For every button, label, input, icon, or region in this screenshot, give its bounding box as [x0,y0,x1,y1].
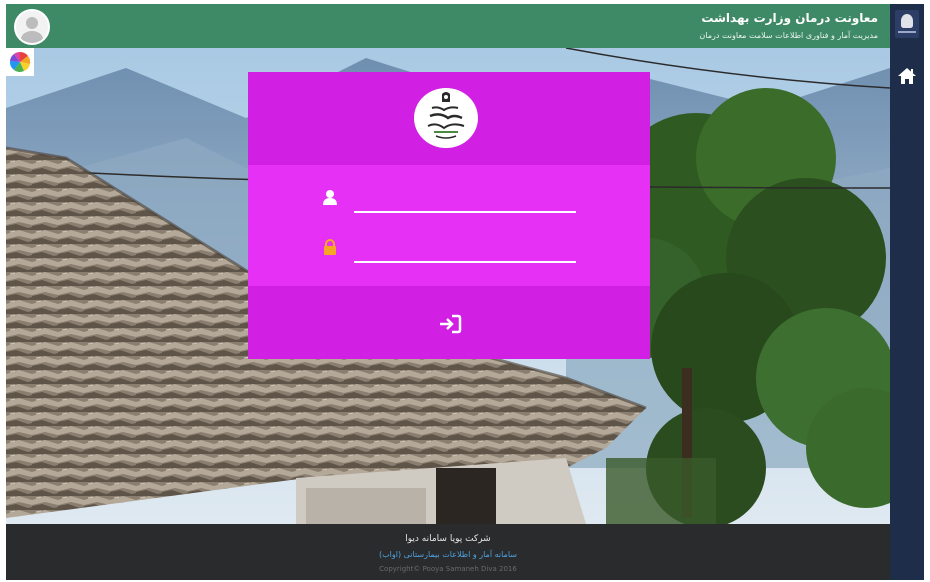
home-icon[interactable] [897,66,917,86]
ministry-emblem-icon [418,90,474,146]
lock-icon [324,239,336,255]
footer-company: شرکت پویا سامانه دیوا [405,534,491,544]
logo-underline [898,31,916,33]
page-footer: شرکت پویا سامانه دیوا سامانه آمار و اطلا… [6,524,890,580]
login-card-form [248,165,650,286]
footer-copyright: Copyright© Pooya Samaneh Diva 2016 [379,565,517,573]
login-button[interactable] [428,310,470,338]
avatar-head [26,17,38,29]
user-avatar-icon[interactable] [14,9,50,45]
username-input[interactable] [354,191,576,213]
ministry-logo-icon[interactable] [895,10,919,38]
header-titles: معاونت درمان وزارت بهداشت مدیریت آمار و … [699,10,878,42]
app-frame: معاونت درمان وزارت بهداشت مدیریت آمار و … [6,4,924,580]
login-card [248,72,650,359]
password-input[interactable] [354,241,576,263]
top-header: معاونت درمان وزارت بهداشت مدیریت آمار و … [6,4,890,48]
header-subtitle: مدیریت آمار و فناوری اطلاعات سلامت معاون… [699,31,878,40]
ministry-emblem [414,88,478,148]
login-card-footer [248,286,650,359]
user-icon [323,190,337,205]
logo-glyph [901,14,913,28]
avatar-body [21,31,43,43]
right-sidebar [890,4,924,580]
footer-system-link[interactable]: سامانه آمار و اطلاعات بیمارستانی (اواب) [6,550,890,559]
pinwheel-icon [9,52,31,72]
header-title: معاونت درمان وزارت بهداشت [701,11,878,25]
login-card-header [248,72,650,165]
sign-in-icon [440,314,462,334]
colorful-app-icon[interactable] [6,48,34,76]
